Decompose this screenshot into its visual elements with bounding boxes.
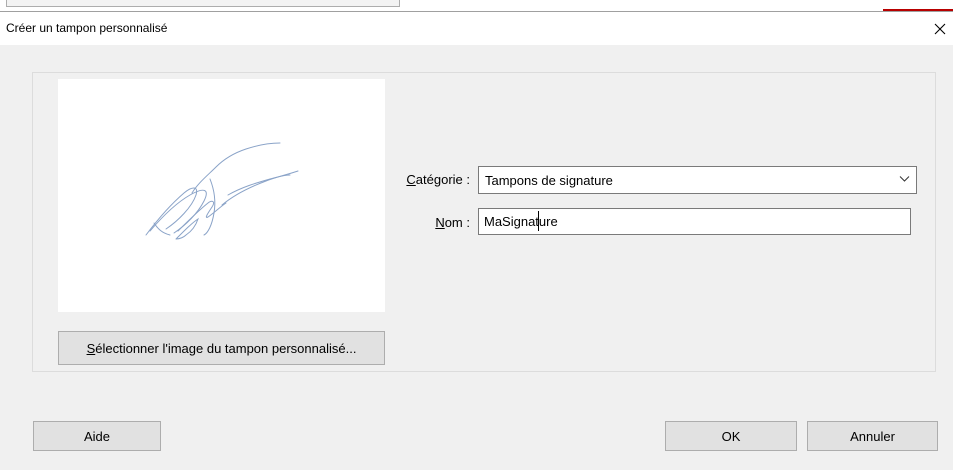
name-input[interactable]: MaSignature [478,208,911,235]
name-input-value: MaSignature [484,214,558,229]
close-icon [934,23,946,34]
select-image-label: électionner l'image du tampon personnali… [95,340,357,356]
name-label: Nom : [390,215,470,230]
help-button-label: Aide [83,428,111,444]
select-stamp-image-button[interactable]: Sélectionner l'image du tampon personnal… [58,331,385,365]
cancel-button-label: Annuler [850,428,895,444]
name-label-text: om : [444,215,470,230]
dialog-titlebar: Créer un tampon personnalisé [0,11,953,45]
ok-button-label: OK [721,428,741,444]
category-label: Catégorie : [390,172,470,187]
name-label-mnemonic: N [435,215,445,230]
category-label-mnemonic: C [406,172,416,187]
cancel-button[interactable]: Annuler [807,421,938,451]
category-select[interactable]: Tampons de signature [478,166,917,194]
ok-button[interactable]: OK [665,421,797,451]
chevron-down-icon [899,176,910,182]
signature-image [145,142,299,240]
close-button[interactable] [927,12,953,45]
select-image-mnemonic: S [86,340,96,356]
background-window-fragment [6,0,400,7]
dialog-title: Créer un tampon personnalisé [6,21,168,35]
text-cursor [538,211,539,231]
stamp-preview [58,79,385,312]
category-select-value: Tampons de signature [485,173,613,188]
category-label-text: atégorie : [415,172,470,187]
help-button[interactable]: Aide [33,421,161,451]
background-window-strip [0,0,953,11]
